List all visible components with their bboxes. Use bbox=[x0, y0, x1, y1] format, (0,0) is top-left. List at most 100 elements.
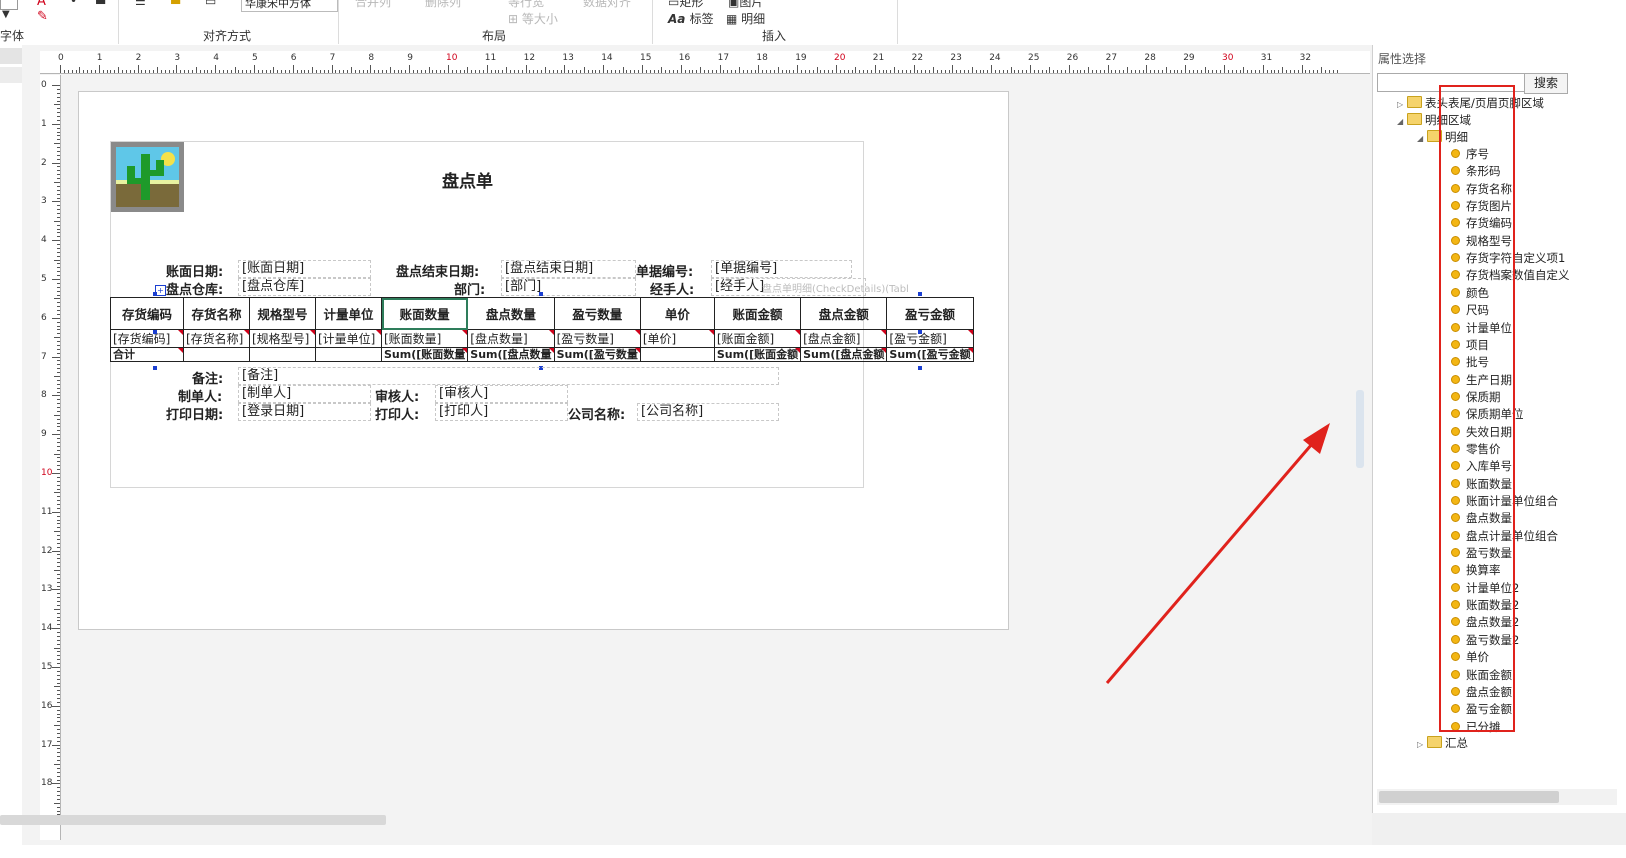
company-label[interactable]: 公司名称: bbox=[568, 404, 625, 423]
reviewer-label[interactable]: 审核人: bbox=[375, 386, 419, 405]
insert-image-button[interactable]: ▣图片 bbox=[728, 0, 763, 10]
maker-field[interactable]: [制单人] bbox=[238, 385, 371, 403]
book-date-field[interactable]: [账面日期] bbox=[238, 260, 371, 278]
table-cell[interactable]: [盘点数量] bbox=[467, 329, 555, 348]
selection-handle[interactable] bbox=[153, 330, 157, 334]
right-collapse-handle[interactable] bbox=[1356, 390, 1364, 468]
search-button[interactable]: 搜索 bbox=[1524, 73, 1568, 94]
remark-label[interactable]: 备注: bbox=[192, 368, 223, 387]
tree-node-summary[interactable]: ▷ 汇总 bbox=[1417, 735, 1468, 752]
table-cell[interactable] bbox=[183, 347, 250, 362]
table-cell[interactable]: [盈亏金额] bbox=[886, 329, 974, 348]
detail-table[interactable]: 存货编码 存货名称 规格型号 计量单位 账面数量 盘点数量 盈亏数量 单价 账面… bbox=[110, 297, 974, 362]
selection-handle[interactable] bbox=[539, 292, 543, 296]
table-cell[interactable]: Sum([账面数量 bbox=[380, 347, 469, 362]
table-cell[interactable]: [盘点金额] bbox=[800, 329, 888, 348]
column-header[interactable]: 盈亏金额 bbox=[886, 297, 974, 330]
data-align-button[interactable]: 数据对齐 bbox=[583, 0, 631, 10]
doc-no-field[interactable]: [单据编号] bbox=[711, 260, 852, 278]
column-header[interactable]: 规格型号 bbox=[249, 297, 316, 330]
align-icon[interactable]: ▭ bbox=[205, 0, 216, 8]
merge-columns-button[interactable]: 合并列 bbox=[355, 0, 391, 10]
table-cell[interactable]: [规格型号] bbox=[249, 329, 316, 348]
reviewer-field[interactable]: [审核人] bbox=[435, 385, 568, 403]
table-cell[interactable]: [账面金额] bbox=[713, 329, 802, 348]
company-field[interactable]: [公司名称] bbox=[637, 403, 779, 421]
table-cell[interactable]: Sum([盘点数量 bbox=[467, 347, 555, 362]
design-canvas[interactable]: 0 1 2 3 4 5 6 7 8 9 10 11 12 13 14 15 16 17 18 19 20 21 22 23 24… bbox=[22, 45, 1372, 845]
selection-handle[interactable] bbox=[153, 292, 157, 296]
column-header[interactable]: 盘点数量 bbox=[467, 297, 555, 330]
column-header[interactable]: 计量单位 bbox=[315, 297, 382, 330]
insert-label-button[interactable]: Aa 标签 bbox=[668, 10, 714, 27]
ruler-tick bbox=[684, 70, 686, 73]
doc-no-label[interactable]: 单据编号: bbox=[636, 261, 693, 280]
column-header[interactable]: 盈亏数量 bbox=[553, 297, 641, 330]
table-cell[interactable]: [计量单位] bbox=[315, 329, 382, 348]
font-color-icon[interactable]: A bbox=[37, 0, 46, 9]
column-header[interactable]: 存货编码 bbox=[110, 297, 184, 330]
remark-field[interactable]: [备注] bbox=[238, 367, 779, 385]
printer-field[interactable]: [打印人] bbox=[435, 403, 568, 421]
end-date-field[interactable]: [盘点结束日期] bbox=[501, 260, 636, 278]
table-cell[interactable]: Sum([盈亏数量 bbox=[553, 347, 641, 362]
handler-label[interactable]: 经手人: bbox=[650, 279, 694, 298]
expand-icon[interactable]: ▷ bbox=[1397, 96, 1407, 113]
dept-field[interactable]: [部门] bbox=[501, 278, 636, 296]
book-date-label[interactable]: 账面日期: bbox=[166, 261, 223, 280]
warehouse-field[interactable]: [盘点仓库] bbox=[238, 278, 371, 296]
table-cell[interactable]: [单价] bbox=[639, 329, 715, 348]
warehouse-label[interactable]: 盘点仓库: bbox=[166, 279, 223, 298]
column-header[interactable]: 账面金额 bbox=[713, 297, 802, 330]
insert-rectangle-button[interactable]: ▭矩形 bbox=[668, 0, 703, 10]
dropdown-arrow-icon[interactable]: ▼ bbox=[2, 9, 10, 20]
selection-handle[interactable] bbox=[918, 292, 922, 296]
report-title[interactable]: 盘点单 bbox=[442, 167, 493, 192]
ruler-label: 7 bbox=[41, 351, 47, 362]
insert-detail-button[interactable]: ▦ 明细 bbox=[726, 10, 765, 27]
maker-label[interactable]: 制单人: bbox=[178, 386, 222, 405]
logo-image[interactable] bbox=[111, 142, 184, 212]
expand-icon[interactable]: ▷ bbox=[1417, 736, 1427, 753]
left-panel-tab[interactable] bbox=[0, 48, 22, 64]
folder-icon bbox=[1427, 736, 1442, 748]
align-left-icon[interactable]: ☰ bbox=[135, 0, 146, 8]
column-header[interactable]: 存货名称 bbox=[183, 297, 250, 330]
end-date-label[interactable]: 盘点结束日期: bbox=[396, 261, 479, 280]
table-cell[interactable] bbox=[249, 347, 316, 362]
properties-scrollbar-thumb[interactable] bbox=[1379, 791, 1559, 803]
table-cell[interactable]: [存货编码] bbox=[110, 329, 184, 348]
table-cell[interactable] bbox=[315, 347, 382, 362]
same-size-button[interactable]: ⊞ 等大小 bbox=[508, 10, 558, 27]
equal-row-width-button[interactable]: 等行宽 bbox=[508, 0, 544, 10]
collapse-icon[interactable]: ◢ bbox=[1397, 113, 1407, 130]
table-cell[interactable]: [账面数量] bbox=[380, 329, 469, 348]
printer-label[interactable]: 打印人: bbox=[375, 404, 419, 423]
column-header[interactable]: 单价 bbox=[639, 297, 715, 330]
collapse-icon[interactable]: ◢ bbox=[1417, 130, 1427, 147]
table-cell[interactable] bbox=[639, 347, 715, 362]
print-date-label[interactable]: 打印日期: bbox=[166, 404, 223, 423]
dot-icon[interactable]: • bbox=[70, 0, 77, 8]
selection-handle[interactable] bbox=[918, 330, 922, 334]
fill-color-icon[interactable]: ▬ bbox=[170, 0, 181, 8]
left-panel-tab[interactable] bbox=[0, 67, 22, 83]
table-cell[interactable]: Sum([盈亏金额 bbox=[886, 347, 974, 362]
print-date-field[interactable]: [登录日期] bbox=[238, 403, 371, 421]
column-header[interactable]: 盘点金额 bbox=[800, 297, 888, 330]
table-cell[interactable]: Sum([账面金额 bbox=[713, 347, 802, 362]
selection-handle[interactable] bbox=[918, 366, 922, 370]
underline-icon[interactable]: ▬ bbox=[95, 0, 106, 8]
delete-column-button[interactable]: 删除列 bbox=[425, 0, 461, 10]
ruler-tick bbox=[296, 70, 298, 73]
font-family-select[interactable]: 华康宋中方体 bbox=[241, 0, 338, 12]
table-cell[interactable]: 合计 bbox=[110, 347, 184, 362]
table-cell[interactable]: Sum([盘点金额 bbox=[800, 347, 888, 362]
horizontal-scrollbar[interactable] bbox=[0, 815, 386, 825]
table-cell[interactable]: [存货名称] bbox=[183, 329, 250, 348]
selection-handle[interactable] bbox=[153, 366, 157, 370]
dept-label[interactable]: 部门: bbox=[454, 279, 485, 298]
table-cell[interactable]: [盈亏数量] bbox=[553, 329, 641, 348]
column-header-selected[interactable]: 账面数量 bbox=[380, 297, 469, 330]
pen-icon[interactable]: ✎ bbox=[37, 9, 48, 24]
